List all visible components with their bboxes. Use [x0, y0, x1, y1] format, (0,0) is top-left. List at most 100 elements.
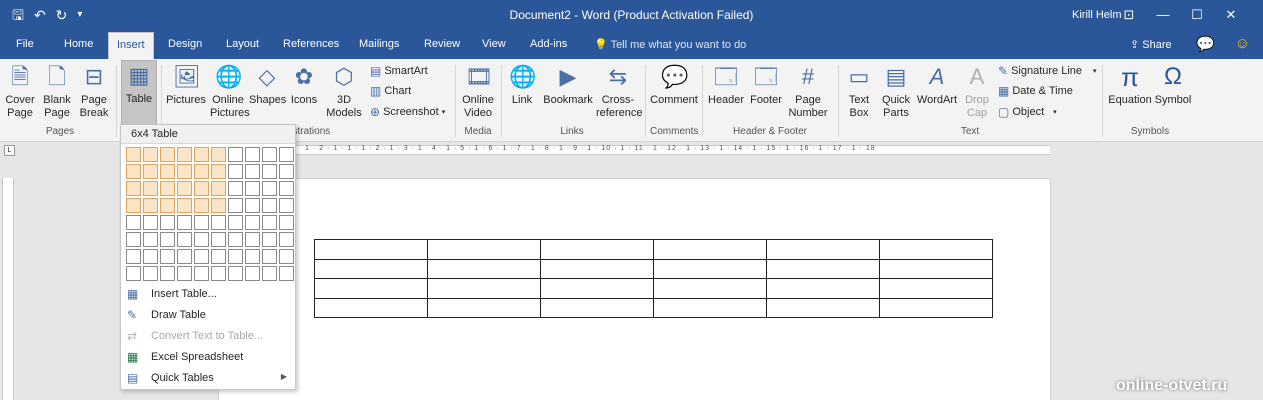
tab-insert[interactable]: Insert [108, 32, 154, 59]
grid-cell[interactable] [211, 164, 226, 179]
grid-cell[interactable] [194, 232, 209, 247]
3d-models-button[interactable]: ⬡ 3D Models [325, 62, 363, 120]
table-cell[interactable] [653, 297, 767, 318]
grid-cell[interactable] [194, 181, 209, 196]
cross-reference-button[interactable]: ⇆ Cross- reference [596, 62, 642, 120]
grid-cell[interactable] [228, 181, 243, 196]
grid-cell[interactable] [143, 147, 158, 162]
grid-cell[interactable] [194, 198, 209, 213]
grid-cell[interactable] [143, 181, 158, 196]
grid-cell[interactable] [194, 147, 209, 162]
icons-button[interactable]: ✿ Icons [288, 62, 320, 107]
grid-cell[interactable] [177, 164, 192, 179]
shapes-button[interactable]: ◇ Shapes [249, 62, 286, 107]
grid-cell[interactable] [211, 266, 226, 281]
grid-cell[interactable] [126, 164, 141, 179]
draw-table-item[interactable]: ✎ Draw Table [121, 305, 295, 325]
grid-cell[interactable] [160, 266, 175, 281]
table-cell[interactable] [766, 239, 880, 260]
grid-cell[interactable] [228, 232, 243, 247]
grid-cell[interactable] [194, 266, 209, 281]
grid-cell[interactable] [177, 249, 192, 264]
table-cell[interactable] [314, 258, 428, 279]
insert-table-item[interactable]: ▦ Insert Table... [121, 284, 295, 304]
grid-cell[interactable] [262, 232, 277, 247]
grid-cell[interactable] [211, 147, 226, 162]
grid-cell[interactable] [245, 164, 260, 179]
grid-cell[interactable] [279, 249, 294, 264]
grid-cell[interactable] [279, 164, 294, 179]
table-cell[interactable] [314, 297, 428, 318]
grid-cell[interactable] [262, 266, 277, 281]
footer-button[interactable]: 🗔 Footer [748, 62, 784, 107]
grid-cell[interactable] [177, 198, 192, 213]
grid-cell[interactable] [279, 181, 294, 196]
grid-cell[interactable] [228, 198, 243, 213]
online-video-button[interactable]: 🎞 Online Video [460, 62, 496, 120]
grid-cell[interactable] [279, 232, 294, 247]
table-cell[interactable] [879, 258, 993, 279]
table-button[interactable]: ▦ Table [121, 60, 157, 129]
grid-cell[interactable] [126, 181, 141, 196]
grid-cell[interactable] [177, 266, 192, 281]
grid-cell[interactable] [177, 232, 192, 247]
table-cell[interactable] [540, 297, 654, 318]
table-cell[interactable] [766, 297, 880, 318]
grid-cell[interactable] [126, 215, 141, 230]
screenshot-button[interactable]: ⊕ Screenshot ▾ [370, 105, 445, 119]
online-pictures-button[interactable]: 🌐 Online Pictures [210, 62, 250, 120]
pictures-button[interactable]: 🖼 Pictures [166, 62, 206, 107]
grid-cell[interactable] [194, 164, 209, 179]
feedback-smile-icon[interactable]: ☺ [1235, 35, 1250, 53]
page-break-button[interactable]: ⊟ Page Break [78, 62, 110, 120]
tab-references[interactable]: References [283, 38, 339, 50]
comments-icon[interactable]: 💬 [1196, 35, 1215, 53]
grid-cell[interactable] [160, 232, 175, 247]
quick-tables-item[interactable]: ▤ Quick Tables ▶ [121, 368, 295, 388]
cover-page-button[interactable]: 🗎 Cover Page [4, 62, 36, 120]
grid-cell[interactable] [279, 147, 294, 162]
tab-home[interactable]: Home [64, 38, 93, 50]
table-cell[interactable] [540, 239, 654, 260]
grid-cell[interactable] [160, 147, 175, 162]
tab-review[interactable]: Review [424, 38, 460, 50]
grid-cell[interactable] [228, 215, 243, 230]
tab-layout[interactable]: Layout [226, 38, 259, 50]
table-cell[interactable] [653, 278, 767, 299]
grid-cell[interactable] [126, 266, 141, 281]
table-grid-picker[interactable] [126, 147, 294, 281]
grid-cell[interactable] [245, 249, 260, 264]
tab-view[interactable]: View [482, 38, 506, 50]
grid-cell[interactable] [228, 147, 243, 162]
grid-cell[interactable] [279, 266, 294, 281]
grid-cell[interactable] [126, 249, 141, 264]
text-box-button[interactable]: ▭ Text Box [843, 62, 875, 120]
tab-file[interactable]: File [16, 38, 34, 50]
chart-button[interactable]: ▥ Chart [370, 84, 411, 98]
tab-mailings[interactable]: Mailings [359, 38, 399, 50]
date-time-button[interactable]: ▦ Date & Time [998, 84, 1073, 98]
grid-cell[interactable] [262, 164, 277, 179]
grid-cell[interactable] [228, 164, 243, 179]
vertical-ruler[interactable] [2, 178, 14, 400]
table-cell[interactable] [653, 239, 767, 260]
table-cell[interactable] [766, 278, 880, 299]
maximize-icon[interactable]: ☐ [1180, 5, 1214, 25]
grid-cell[interactable] [143, 249, 158, 264]
grid-cell[interactable] [177, 181, 192, 196]
table-cell[interactable] [653, 258, 767, 279]
grid-cell[interactable] [262, 147, 277, 162]
table-cell[interactable] [879, 297, 993, 318]
document-table[interactable] [314, 239, 993, 318]
grid-cell[interactable] [211, 181, 226, 196]
grid-cell[interactable] [160, 181, 175, 196]
object-button[interactable]: ▢ Object ▾ [998, 105, 1057, 119]
grid-cell[interactable] [160, 164, 175, 179]
grid-cell[interactable] [160, 249, 175, 264]
table-cell[interactable] [314, 239, 428, 260]
grid-cell[interactable] [143, 266, 158, 281]
grid-cell[interactable] [126, 232, 141, 247]
minimize-icon[interactable]: — [1146, 5, 1180, 25]
ribbon-display-icon[interactable]: ⊡ [1112, 5, 1146, 25]
grid-cell[interactable] [245, 147, 260, 162]
